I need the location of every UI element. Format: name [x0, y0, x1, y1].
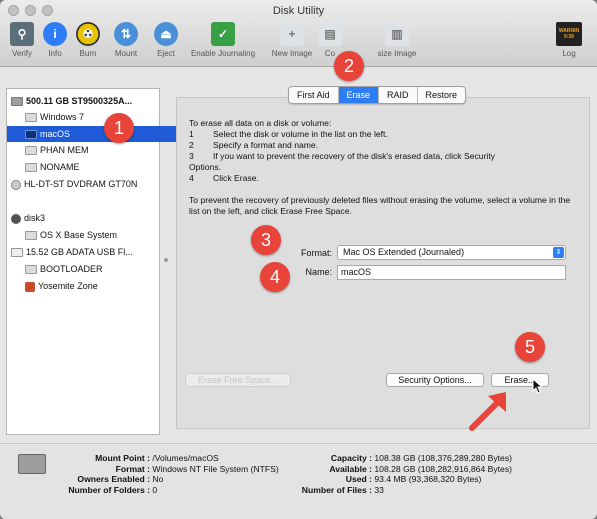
convert-icon: ▤	[318, 22, 342, 46]
list-item[interactable]: PHAN MEM	[7, 142, 177, 158]
list-item[interactable]: Yosemite Zone	[7, 278, 177, 294]
info-row: Used : 93.4 MB (93,368,320 Bytes)	[345, 474, 482, 484]
log-button[interactable]: WARNIN 9:36 Log	[549, 22, 589, 58]
list-item-selected[interactable]: macOS	[7, 126, 177, 142]
name-label: Name:	[305, 267, 332, 277]
usb-drive-icon	[11, 248, 23, 258]
yosemite-icon	[25, 281, 35, 292]
format-label: Format:	[300, 248, 332, 258]
volume-icon	[25, 113, 37, 123]
format-popup[interactable]: Mac OS Extended (Journaled) ⇕	[337, 245, 566, 260]
tab-bar: First Aid Erase RAID Restore	[288, 86, 467, 104]
info-row: Format : Windows NT File System (NTFS)	[115, 463, 279, 474]
info-row: Owners Enabled : No	[77, 474, 164, 484]
volume-icon	[25, 146, 37, 156]
volume-icon	[25, 265, 37, 275]
enable-journaling-button[interactable]: ✓ Enable Journaling	[185, 22, 261, 58]
volume-large-icon	[18, 454, 46, 474]
list-item[interactable]: BOOTLOADER	[7, 261, 177, 277]
list-item[interactable]: disk3	[7, 210, 163, 226]
name-field[interactable]: macOS	[337, 265, 566, 280]
toolbar: Disk Utility ⚲ Verify i Info ☢ Burn ⇅ Mo…	[0, 0, 597, 67]
list-item[interactable]: 15.52 GB ADATA USB Fl...	[7, 244, 163, 260]
new-image-icon: +	[280, 22, 304, 46]
annotation-badge-3: 3	[251, 225, 281, 255]
list-item[interactable]: NONAME	[7, 159, 177, 175]
volume-icon	[25, 231, 37, 241]
journaling-icon: ✓	[211, 22, 235, 46]
tab-erase[interactable]: Erase	[338, 87, 380, 103]
volume-icon	[25, 130, 37, 140]
volume-info-bar: Mount Point : /Volumes/macOS Format : Wi…	[0, 443, 597, 519]
tab-raid[interactable]: RAID	[379, 87, 418, 103]
disk-image-icon	[11, 213, 21, 224]
chevron-updown-icon: ⇕	[553, 247, 564, 258]
hard-disk-icon	[11, 97, 23, 107]
list-item[interactable]: OS X Base System	[7, 227, 177, 243]
instruction-step: 3 If you want to prevent the recovery of …	[189, 151, 496, 161]
list-item[interactable]: 500.11 GB ST9500325A...	[7, 93, 163, 109]
annotation-badge-2: 2	[334, 51, 364, 81]
disk-utility-window: Disk Utility ⚲ Verify i Info ☢ Burn ⇅ Mo…	[0, 0, 597, 519]
erase-free-space-button[interactable]: Erase Free Space...	[185, 373, 291, 387]
mouse-cursor-icon	[532, 378, 544, 394]
disk-list-sidebar[interactable]: 500.11 GB ST9500325A... Windows 7 macOS …	[6, 88, 177, 435]
list-item[interactable]: Windows 7	[7, 109, 177, 125]
info-row: Number of Folders : 0	[68, 484, 158, 495]
info-row: Mount Point : /Volumes/macOS	[95, 453, 219, 463]
erase-instructions: To erase all data on a disk or volume: 1…	[189, 118, 574, 217]
tab-restore[interactable]: Restore	[418, 87, 466, 103]
annotation-badge-4: 4	[260, 262, 290, 292]
info-row: Number of Files : 33	[301, 484, 384, 495]
free-space-note: To prevent the recovery of previously de…	[189, 195, 571, 216]
new-image-button[interactable]: + New Image	[263, 22, 321, 58]
info-left: Mount Point : /Volumes/macOS Format : Wi…	[46, 453, 279, 495]
resize-image-button[interactable]: ▥ size Image	[368, 22, 426, 58]
mount-icon: ⇅	[114, 22, 138, 46]
instruction-step: 4 Click Erase.	[189, 173, 259, 183]
info-row: Capacity : 108.38 GB (108,376,289,280 By…	[330, 453, 512, 463]
annotation-badge-5: 5	[515, 332, 545, 362]
info-right: Capacity : 108.38 GB (108,376,289,280 By…	[290, 453, 512, 495]
dvd-icon	[11, 179, 21, 190]
window-title: Disk Utility	[272, 5, 325, 17]
log-icon: WARNIN 9:36	[556, 22, 582, 46]
info-row: Available : 108.28 GB (108,282,916,864 B…	[329, 463, 512, 474]
annotation-arrow-icon	[469, 392, 506, 431]
security-options-button[interactable]: Security Options...	[386, 373, 484, 387]
resize-image-icon: ▥	[385, 22, 409, 46]
volume-icon	[25, 163, 37, 173]
instruction-step: 2 Specify a format and name.	[189, 140, 319, 150]
tab-first-aid[interactable]: First Aid	[289, 87, 339, 103]
annotation-badge-1: 1	[104, 113, 134, 143]
eject-icon: ⏏	[154, 22, 178, 46]
instruction-step: 1 Select the disk or volume in the list o…	[189, 129, 388, 139]
list-item[interactable]: HL-DT-ST DVDRAM GT70N	[7, 176, 163, 192]
splitter-handle[interactable]	[164, 258, 168, 262]
